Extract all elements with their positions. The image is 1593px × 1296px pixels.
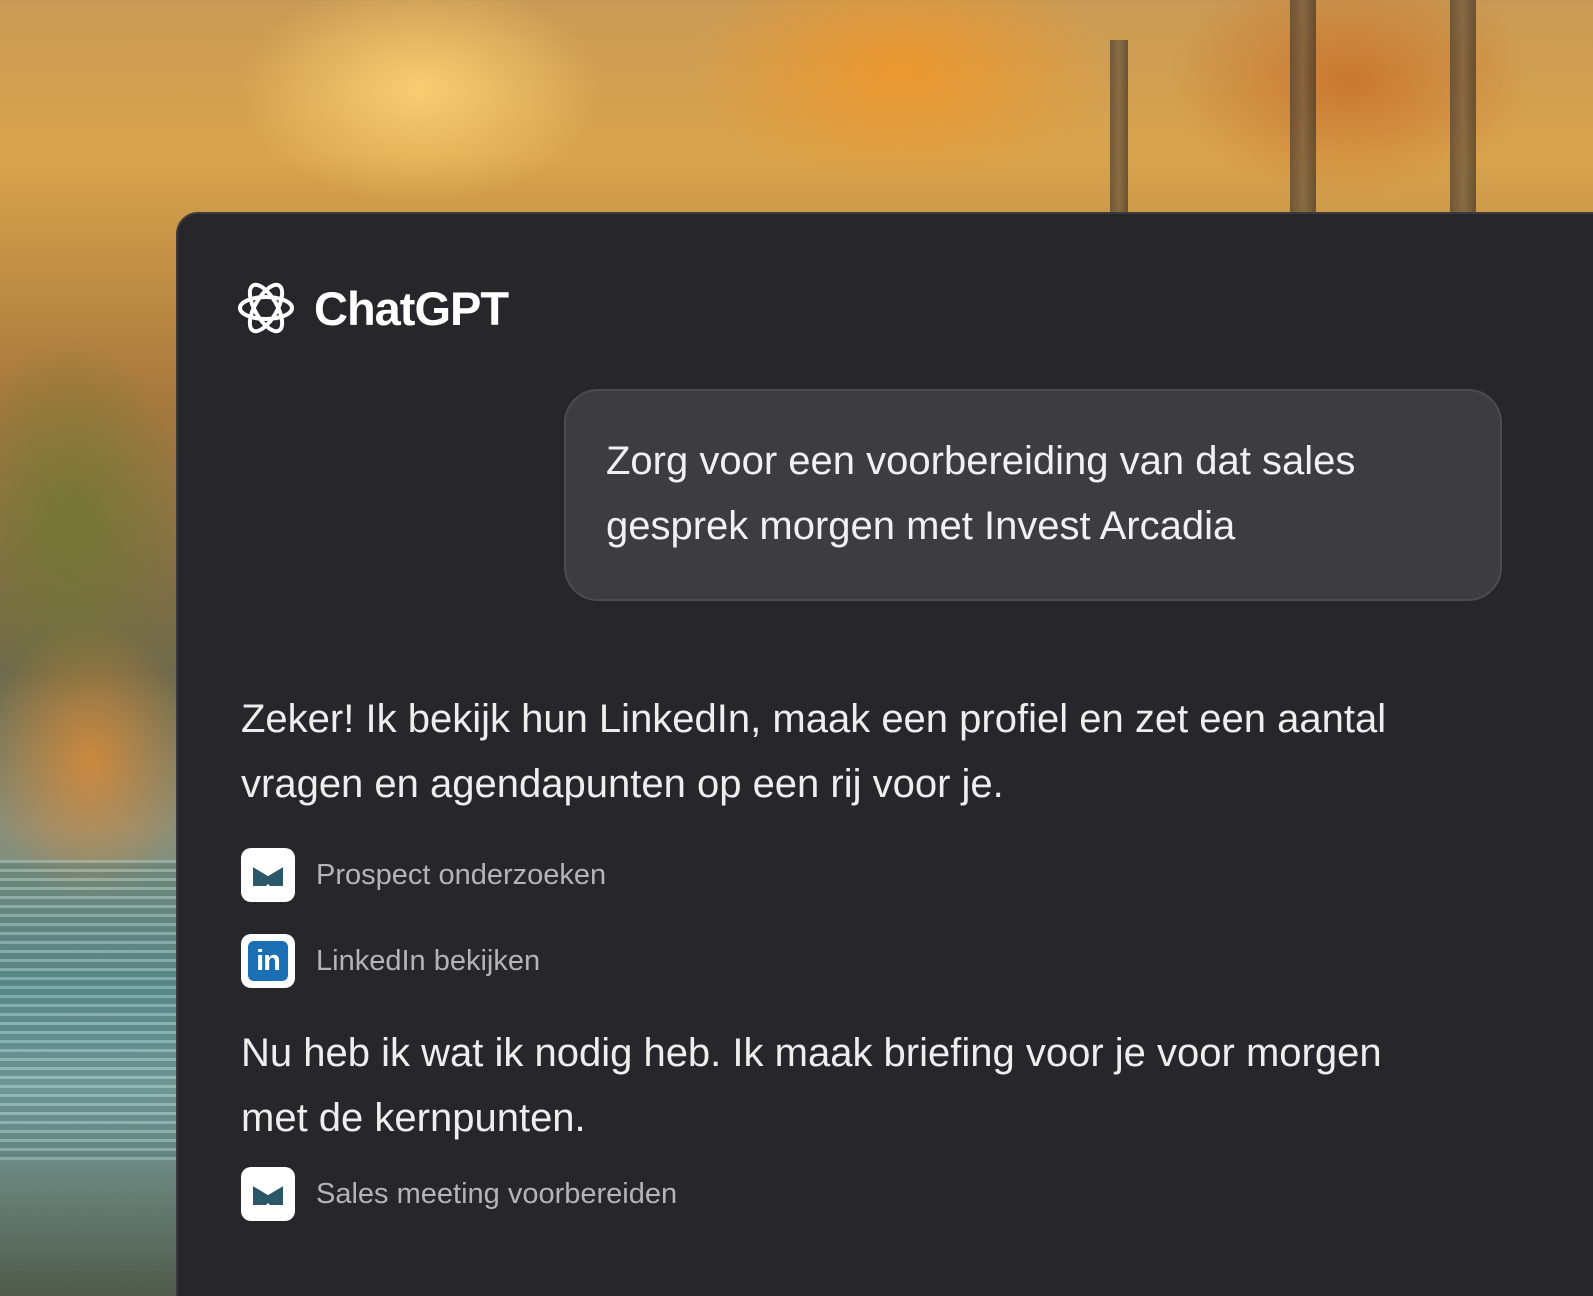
- user-message-bubble: Zorg voor een voorbereiding van dat sale…: [564, 389, 1502, 601]
- app-header: ChatGPT: [234, 276, 509, 340]
- openai-logo-icon: [238, 282, 294, 334]
- background-tree-trunk: [1290, 0, 1316, 212]
- linkedin-icon: in: [241, 934, 295, 988]
- background-water: [0, 860, 200, 1160]
- tool-step-sales-meeting[interactable]: Sales meeting voorbereiden: [241, 1167, 677, 1221]
- background-tree-trunk: [1110, 40, 1128, 212]
- app-title: ChatGPT: [314, 281, 509, 335]
- tool-step-prospect[interactable]: Prospect onderzoeken: [241, 848, 606, 902]
- background-tree-trunk: [1450, 0, 1476, 212]
- chat-panel: ChatGPT Zorg voor een voorbereiding van …: [176, 212, 1593, 1296]
- assistant-message: Zeker! Ik bekijk hun LinkedIn, maak een …: [241, 697, 1387, 806]
- tool-step-label: LinkedIn bekijken: [316, 944, 541, 977]
- linkedin-logo: in: [248, 941, 288, 981]
- assistant-message: Nu heb ik wat ik nodig heb. Ik maak brie…: [241, 1031, 1382, 1140]
- notebook-icon: [241, 848, 295, 902]
- notebook-icon: [241, 1167, 295, 1221]
- tool-step-label: Sales meeting voorbereiden: [316, 1177, 678, 1210]
- tool-step-label: Prospect onderzoeken: [316, 858, 607, 891]
- tool-step-linkedin[interactable]: in LinkedIn bekijken: [241, 934, 540, 988]
